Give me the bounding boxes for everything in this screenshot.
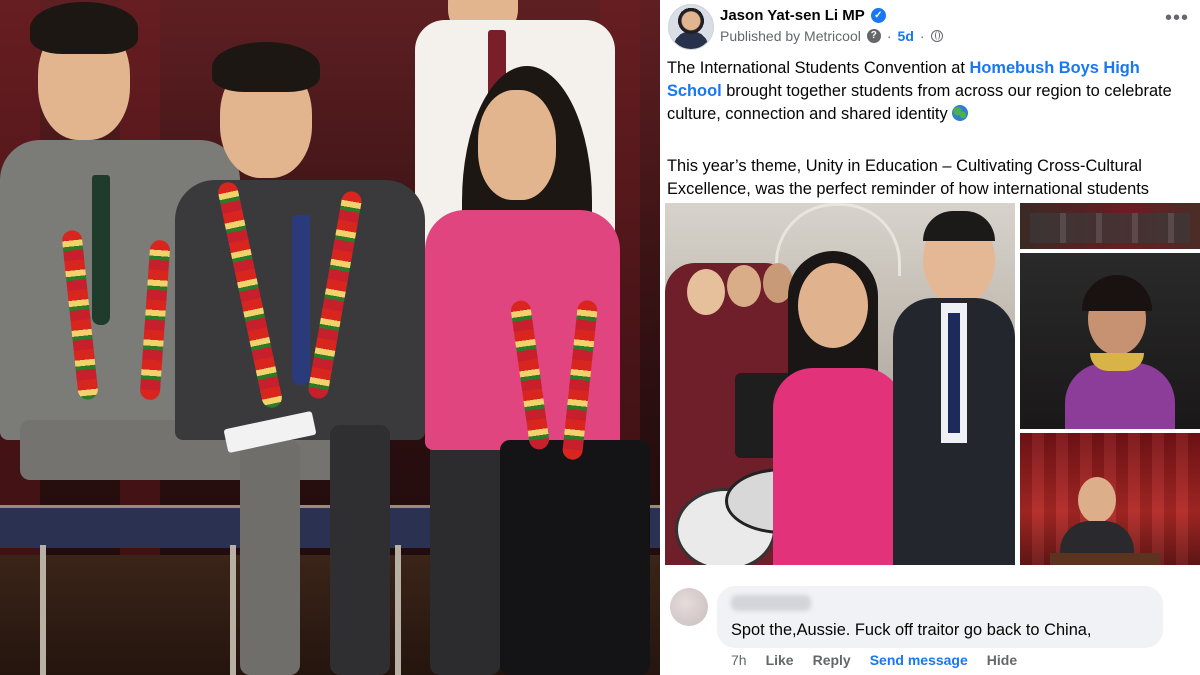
- comment-text: Spot the,Aussie. Fuck off traitor go bac…: [731, 621, 1092, 639]
- comment-bubble: Spot the,Aussie. Fuck off traitor go bac…: [717, 586, 1163, 648]
- post-time[interactable]: 5d: [898, 28, 914, 44]
- post-text-segment: The International Students Convention at: [667, 59, 970, 77]
- author-row: Jason Yat-sen Li MP ✓: [720, 4, 886, 26]
- comment-time[interactable]: 7h: [731, 652, 747, 668]
- commenter-avatar[interactable]: [670, 588, 708, 626]
- globe-icon[interactable]: [930, 30, 943, 42]
- earth-globe-emoji-icon: [952, 105, 969, 121]
- collage-photo-dancer[interactable]: [1020, 253, 1200, 429]
- collage-photo-main[interactable]: [665, 203, 1015, 565]
- more-options-icon[interactable]: •••: [1164, 8, 1190, 32]
- hide-button[interactable]: Hide: [987, 652, 1017, 668]
- post-header: Jason Yat-sen Li MP ✓ Published by Metri…: [660, 0, 1200, 52]
- commenter-name-blurred[interactable]: [731, 595, 811, 611]
- question-icon[interactable]: ?: [866, 29, 881, 43]
- send-message-button[interactable]: Send message: [870, 652, 968, 668]
- author-avatar[interactable]: [668, 4, 714, 50]
- author-name[interactable]: Jason Yat-sen Li MP: [720, 7, 865, 24]
- event-photo: [0, 0, 660, 675]
- collage-photo-top-right[interactable]: [1020, 203, 1200, 249]
- post-meta: Published by Metricool ? · 5d ·: [720, 27, 943, 45]
- photo-collage: [665, 203, 1200, 565]
- verified-badge-icon: ✓: [870, 7, 886, 23]
- post-text-segment: brought together students from across ou…: [667, 82, 1172, 123]
- post-paragraph-1: The International Students Convention at…: [667, 57, 1193, 126]
- reply-button[interactable]: Reply: [813, 652, 851, 668]
- collage-photo-speaker[interactable]: [1020, 433, 1200, 565]
- comment: Spot the,Aussie. Fuck off traitor go bac…: [660, 580, 1200, 675]
- facebook-post: Jason Yat-sen Li MP ✓ Published by Metri…: [660, 0, 1200, 675]
- comment-actions: 7h Like Reply Send message Hide: [731, 652, 1017, 668]
- separator-dot: ·: [886, 28, 892, 44]
- like-button[interactable]: Like: [766, 652, 794, 668]
- published-by: Published by Metricool: [720, 28, 861, 44]
- separator-dot: ·: [919, 28, 925, 44]
